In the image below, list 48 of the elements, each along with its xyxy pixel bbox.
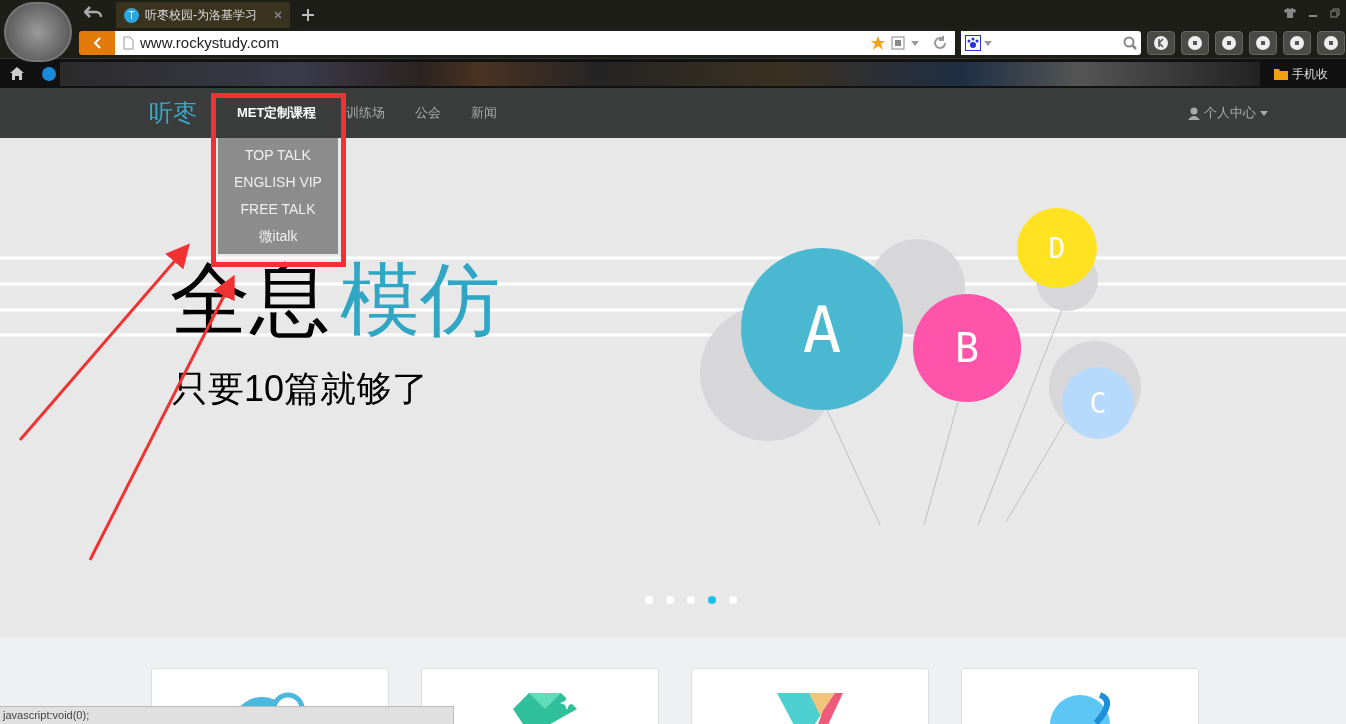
- caret-icon[interactable]: [911, 40, 919, 46]
- balloon-letter: D: [1048, 232, 1066, 266]
- search-field[interactable]: [961, 31, 1141, 55]
- restore-icon[interactable]: [1330, 8, 1340, 18]
- caret-icon: [1260, 110, 1268, 116]
- qr-code-icon[interactable]: [891, 36, 905, 50]
- close-icon[interactable]: [274, 11, 282, 19]
- balloon-letter: A: [802, 293, 842, 368]
- user-icon: [1188, 106, 1200, 120]
- feature-card[interactable]: [421, 668, 659, 724]
- bookmark-folder[interactable]: 手机收: [1292, 64, 1328, 83]
- browser-tab[interactable]: T 听枣校园-为洛基学习: [116, 2, 290, 28]
- site-logo[interactable]: 听枣: [149, 95, 197, 131]
- dropdown-item[interactable]: ENGLISH VIP: [234, 169, 322, 196]
- undo-icon[interactable]: [84, 6, 102, 20]
- nav-link[interactable]: 新闻: [471, 103, 498, 123]
- nav-link[interactable]: MET定制课程: [237, 103, 317, 123]
- tab-favicon: T: [124, 7, 139, 23]
- dropdown-item[interactable]: TOP TALK: [245, 142, 311, 169]
- tab-title: 听枣校园-为洛基学习: [145, 7, 257, 24]
- caret-icon[interactable]: [984, 40, 992, 46]
- dropdown-item[interactable]: 微italk: [258, 223, 298, 250]
- browser-logo-icon: [4, 2, 72, 62]
- paw-icon[interactable]: [965, 35, 981, 51]
- back-button[interactable]: [79, 31, 115, 55]
- feature-card[interactable]: [961, 668, 1199, 724]
- k-badge-icon: [1154, 36, 1168, 50]
- folder-icon: [1274, 67, 1288, 80]
- dropdown-item[interactable]: FREE TALK: [240, 196, 316, 223]
- page-icon: [123, 36, 134, 50]
- status-text: javascript:void(0);: [3, 708, 90, 724]
- shirt-icon[interactable]: [1284, 8, 1296, 18]
- nav-link[interactable]: 公会: [415, 103, 442, 123]
- nav-link[interactable]: 训练场: [346, 103, 386, 123]
- search-icon[interactable]: [1123, 36, 1137, 50]
- hero-title: 模仿: [340, 260, 500, 340]
- bookmark-favicon: [42, 66, 56, 81]
- feature-card[interactable]: [691, 668, 929, 724]
- balloon-letter: B: [954, 325, 980, 372]
- user-center-link[interactable]: 个人中心: [1188, 103, 1268, 123]
- reload-icon[interactable]: [933, 36, 947, 50]
- plus-icon[interactable]: [302, 9, 314, 21]
- k-badge-button[interactable]: [1147, 31, 1175, 55]
- home-icon[interactable]: [10, 67, 24, 80]
- chevron-left-icon: [93, 37, 101, 49]
- balloon-letter: C: [1089, 387, 1107, 421]
- address-bar[interactable]: www.rockystudy.com: [115, 31, 955, 55]
- url-text: www.rockystudy.com: [140, 32, 279, 53]
